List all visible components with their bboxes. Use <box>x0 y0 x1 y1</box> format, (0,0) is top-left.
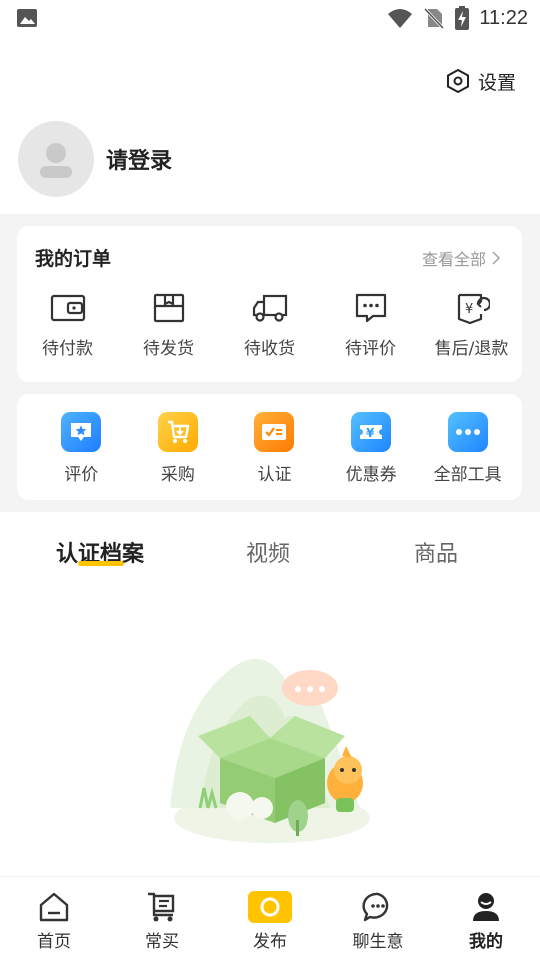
cart-list-icon <box>148 892 175 922</box>
tool-all-tools[interactable]: 全部工具 <box>419 412 516 485</box>
coupon-icon: ¥ <box>351 412 392 452</box>
tool-label: 全部工具 <box>433 465 502 485</box>
tab-products[interactable]: 商品 <box>414 536 458 568</box>
profile-login[interactable]: 请登录 <box>18 120 172 198</box>
tab-video[interactable]: 视频 <box>246 536 290 568</box>
wallet-icon <box>50 294 85 322</box>
truck-icon <box>252 294 287 322</box>
nav-label: 聊生意 <box>352 932 404 952</box>
order-status-row: 待付款 待发货 待收货 待评价 ¥ 售后/退款 <box>17 292 522 359</box>
tool-label: 认证 <box>257 465 292 485</box>
nav-me[interactable]: 我的 <box>432 877 540 960</box>
gallery-notification-icon <box>17 9 37 27</box>
chat-icon <box>362 892 389 922</box>
nav-label: 首页 <box>37 932 71 952</box>
order-pending-review[interactable]: 待评价 <box>320 292 421 359</box>
tool-review[interactable]: 评价 <box>33 412 130 485</box>
tool-certification[interactable]: 认证 <box>226 412 323 485</box>
refund-icon: ¥ <box>457 293 490 324</box>
chevron-right-icon <box>492 251 500 265</box>
my-orders-card: 我的订单 查看全部 待付款 待发货 待收货 待评价 ¥ 售后/退款 <box>17 226 522 382</box>
comment-icon <box>355 293 386 323</box>
login-prompt[interactable]: 请登录 <box>106 143 172 175</box>
orders-title: 我的订单 <box>35 248 112 270</box>
bottom-navigation: 首页 常买 发布 聊生意 我的 <box>0 876 540 960</box>
empty-state-illustration <box>170 658 370 843</box>
status-bar: 11:22 <box>0 0 540 36</box>
tool-coupon[interactable]: ¥ 优惠券 <box>323 412 420 485</box>
tools-card: 评价 采购 认证 ¥ 优惠券 全部工具 <box>17 394 522 500</box>
nav-label: 我的 <box>469 932 503 952</box>
default-avatar-icon <box>40 143 72 178</box>
status-icons: 11:22 <box>387 5 528 31</box>
settings-label: 设置 <box>477 71 516 94</box>
battery-charging-icon <box>455 6 470 30</box>
nav-chat-business[interactable]: 聊生意 <box>324 877 432 960</box>
view-all-orders-link[interactable]: 查看全部 <box>422 246 500 270</box>
order-pending-receipt[interactable]: 待收货 <box>219 292 320 359</box>
certification-icon <box>254 412 295 452</box>
profile-tabs: 认证档案 视频 商品 <box>0 530 540 580</box>
nav-publish[interactable]: 发布 <box>216 877 324 960</box>
svg-text:¥: ¥ <box>366 426 375 440</box>
wifi-icon <box>388 9 413 28</box>
profile-icon <box>473 893 499 921</box>
order-after-sales[interactable]: ¥ 售后/退款 <box>421 292 522 359</box>
tools-row: 评价 采购 认证 ¥ 优惠券 全部工具 <box>33 412 516 485</box>
order-pending-payment[interactable]: 待付款 <box>17 292 118 359</box>
order-pending-shipment[interactable]: 待发货 <box>118 292 219 359</box>
order-item-label: 待收货 <box>244 339 295 359</box>
order-item-label: 待付款 <box>42 339 93 359</box>
purchase-cart-icon <box>157 412 198 452</box>
nav-label: 发布 <box>253 932 287 952</box>
tool-label: 优惠券 <box>345 465 397 485</box>
package-icon <box>153 293 184 323</box>
active-tab-indicator <box>78 561 124 566</box>
status-time: 11:22 <box>479 6 528 29</box>
settings-button[interactable]: 设置 <box>446 66 516 96</box>
tool-label: 评价 <box>64 465 99 485</box>
avatar[interactable] <box>18 121 94 197</box>
tool-purchase[interactable]: 采购 <box>130 412 227 485</box>
home-icon <box>39 892 69 922</box>
view-all-label: 查看全部 <box>421 250 486 269</box>
review-star-icon <box>61 412 102 452</box>
order-item-label: 待发货 <box>143 339 194 359</box>
settings-hexagon-icon <box>446 68 469 94</box>
order-item-label: 待评价 <box>345 339 396 359</box>
nav-home[interactable]: 首页 <box>0 877 108 960</box>
no-sim-icon <box>424 7 445 29</box>
tool-label: 采购 <box>160 465 195 485</box>
nav-frequent-buys[interactable]: 常买 <box>108 877 216 960</box>
publish-icon <box>248 891 292 923</box>
order-item-label: 售后/退款 <box>434 339 509 359</box>
nav-label: 常买 <box>145 932 179 952</box>
more-dots-icon <box>447 412 488 452</box>
svg-text:¥: ¥ <box>465 302 473 317</box>
